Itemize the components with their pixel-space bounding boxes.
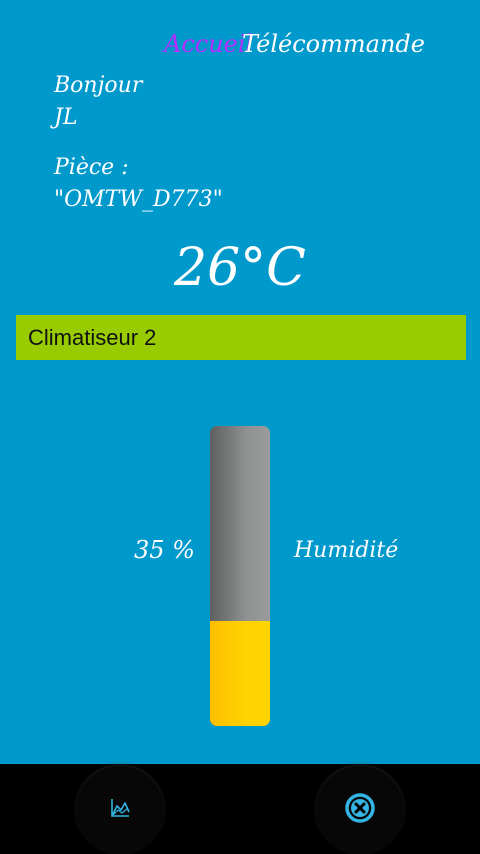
nav-telecommande-link[interactable]: Télécommande [242, 30, 425, 58]
chart-icon [109, 797, 131, 823]
device-name: Climatiseur 2 [28, 324, 157, 350]
room-label: Pièce : [54, 155, 129, 180]
greeting: Bonjour JL [54, 70, 142, 134]
header-nav: Accueil Télécommande [0, 30, 480, 66]
humidity-gauge-fill [210, 621, 270, 726]
chart-button[interactable] [76, 766, 164, 854]
humidity-gauge [210, 426, 270, 726]
humidity-value: 35 % [134, 536, 195, 564]
room-info: Pièce : "OMTW_D773" [54, 152, 223, 216]
device-selector[interactable]: Climatiseur 2 [16, 315, 466, 360]
user-name: JL [54, 105, 78, 130]
close-circle-icon [344, 792, 376, 828]
greeting-text: Bonjour [54, 73, 143, 98]
bottom-bar [0, 764, 480, 854]
room-name: "OMTW_D773" [54, 187, 223, 212]
close-button[interactable] [316, 766, 404, 854]
humidity-label: Humidité [294, 538, 399, 563]
temperature-readout: 26°C [174, 238, 306, 298]
nav-accueil-link[interactable]: Accueil [164, 30, 253, 58]
